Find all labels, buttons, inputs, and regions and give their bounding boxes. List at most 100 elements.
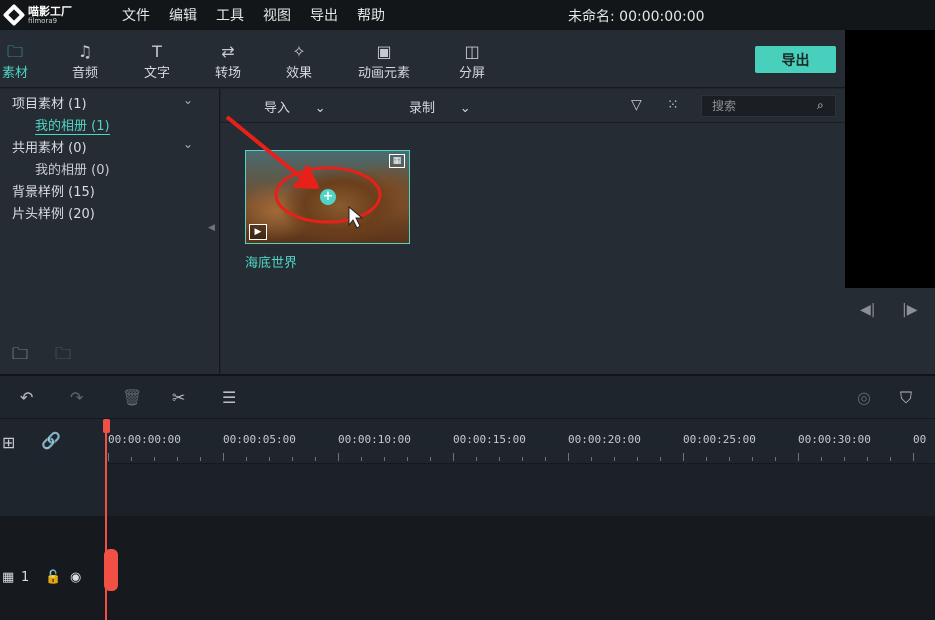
timeline-toolbar: ↶ ↷ 🗑 ✂ ☰ ◎ ⛉ — [0, 374, 935, 419]
cut-icon[interactable]: ✂ — [172, 388, 185, 407]
video-track-empty[interactable] — [105, 464, 935, 516]
tick-label: 00:00:20:00 — [568, 433, 641, 446]
sidebar-item-intro-samples[interactable]: 片头样例 (20) — [12, 203, 95, 222]
tick-label: 00:00:10:00 — [338, 433, 411, 446]
ruler-tick — [591, 457, 592, 461]
ruler-tick — [154, 457, 155, 461]
ruler-tick — [729, 457, 730, 461]
prev-frame-icon[interactable]: ◀| — [860, 302, 875, 318]
preview-window — [845, 30, 935, 288]
marker-icon[interactable]: ⛉ — [900, 388, 912, 408]
sidebar-item-background-samples[interactable]: 背景样例 (15) — [12, 181, 95, 200]
tab-label: 效果 — [286, 66, 313, 81]
video-track-1[interactable] — [0, 516, 935, 620]
project-title: 未命名: 00:00:00:00 — [568, 9, 705, 25]
redo-icon[interactable]: ↷ — [70, 388, 83, 407]
ruler-tick — [223, 453, 224, 461]
ruler-tick — [706, 457, 707, 461]
tab-audio[interactable]: ♫ 音频 — [72, 42, 98, 81]
chevron-down-icon[interactable]: ⌄ — [183, 137, 193, 151]
logo-icon — [2, 3, 26, 27]
ruler-tick — [752, 457, 753, 461]
tab-label: 动画元素 — [358, 66, 411, 81]
search-icon[interactable]: ⌕ — [817, 98, 824, 113]
search-input[interactable] — [701, 95, 836, 117]
menu-file[interactable]: 文件 — [122, 5, 150, 25]
tab-label: 素材 — [2, 66, 29, 81]
ruler-tick — [315, 457, 316, 461]
delete-icon[interactable]: 🗑 — [122, 388, 142, 407]
ruler-tick — [269, 457, 270, 461]
tab-transition[interactable]: ⇄ 转场 — [215, 42, 241, 81]
playhead-handle[interactable] — [104, 549, 118, 591]
ruler-tick — [338, 453, 339, 461]
sidebar-item-project-media[interactable]: 项目素材 (1) — [12, 93, 87, 112]
ruler-tick — [568, 453, 569, 461]
grid-view-icon[interactable]: ⁙ — [667, 97, 679, 113]
chevron-down-icon[interactable]: ⌄ — [183, 93, 193, 107]
filter-icon[interactable]: ▽ — [631, 97, 642, 113]
menu-view[interactable]: 视图 — [263, 5, 291, 25]
import-dropdown[interactable]: 导入 ⌄ — [264, 97, 326, 116]
ruler-tick — [545, 457, 546, 461]
new-folder-icon[interactable]: 🗀 — [12, 343, 28, 370]
ruler-tick — [453, 453, 454, 461]
logo-name: 喵影工厂 — [28, 4, 72, 18]
menu-edit[interactable]: 编辑 — [169, 5, 197, 25]
delete-folder-icon[interactable]: 🗀 — [55, 343, 71, 370]
ruler-tick — [798, 453, 799, 461]
adjust-icon[interactable]: ☰ — [222, 388, 236, 407]
ruler-tick — [660, 457, 661, 461]
image-icon: ▣ — [376, 42, 392, 61]
sidebar-item-shared-media[interactable]: 共用素材 (0) — [12, 137, 87, 156]
record-dropdown[interactable]: 录制 ⌄ — [409, 97, 471, 116]
menu-bar: 文件 编辑 工具 视图 导出 帮助 — [122, 5, 404, 25]
lock-icon[interactable]: 🔓 — [45, 570, 61, 585]
menu-tools[interactable]: 工具 — [216, 5, 244, 25]
collapse-sidebar-icon[interactable]: ◀ — [208, 223, 215, 233]
ruler-tick — [867, 457, 868, 461]
render-icon[interactable]: ◎ — [857, 388, 871, 407]
add-to-timeline-icon[interactable]: + — [320, 189, 336, 205]
menu-help[interactable]: 帮助 — [357, 5, 385, 25]
export-button[interactable]: 导出 — [755, 46, 836, 73]
ruler-tick — [913, 453, 914, 461]
media-clip-thumbnail[interactable]: ▦ ▶ + — [245, 150, 410, 244]
library-tabs: 🗀 素材 ♫ 音频 T 文字 ⇄ 转场 ✧ 效果 ▣ 动画元素 ◫ 分屏 — [0, 30, 845, 88]
ruler-tick — [637, 457, 638, 461]
tab-text[interactable]: T 文字 — [144, 42, 170, 81]
playhead-top[interactable] — [103, 419, 110, 433]
tick-label: 00:00:30:00 — [798, 433, 871, 446]
ruler-tick — [108, 453, 109, 461]
sidebar-item-my-album[interactable]: 我的相册 (1) — [35, 115, 110, 135]
film-strip-icon: ▦ — [389, 154, 405, 168]
media-toolbar: 导入 ⌄ 录制 ⌄ ▽ ⁙ ⌕ — [221, 89, 845, 123]
tick-label: 00:00:15:00 — [453, 433, 526, 446]
undo-icon[interactable]: ↶ — [20, 388, 33, 407]
track-number: 1 — [21, 570, 30, 585]
sidebar-item-shared-album[interactable]: 我的相册 (0) — [35, 159, 110, 178]
tab-media[interactable]: 🗀 素材 — [2, 42, 28, 81]
tab-elements[interactable]: ▣ 动画元素 — [358, 42, 410, 81]
ruler-tick — [522, 457, 523, 461]
eye-icon[interactable]: ◉ — [70, 570, 81, 585]
next-frame-icon[interactable]: |▶ — [902, 302, 917, 318]
ruler-tick — [499, 457, 500, 461]
tab-effects[interactable]: ✧ 效果 — [286, 42, 312, 81]
ruler-tick — [246, 457, 247, 461]
tab-split-screen[interactable]: ◫ 分屏 — [459, 42, 485, 81]
text-icon: T — [152, 42, 162, 61]
ruler-tick — [361, 457, 362, 461]
tab-label: 音频 — [72, 66, 99, 81]
ruler-tick — [844, 457, 845, 461]
ruler-tick — [890, 457, 891, 461]
link-icon[interactable]: 🔗 — [41, 431, 61, 450]
menu-export[interactable]: 导出 — [310, 5, 338, 25]
timeline-ruler[interactable]: 00:00:00:00 00:00:05:00 00:00:10:00 00:0… — [105, 419, 935, 464]
add-track-icon[interactable]: ⊞ — [2, 433, 15, 452]
ruler-tick — [131, 457, 132, 461]
tab-label: 转场 — [215, 66, 242, 81]
tab-label: 分屏 — [459, 66, 486, 81]
ruler-tick — [407, 457, 408, 461]
transition-icon: ⇄ — [221, 42, 235, 61]
